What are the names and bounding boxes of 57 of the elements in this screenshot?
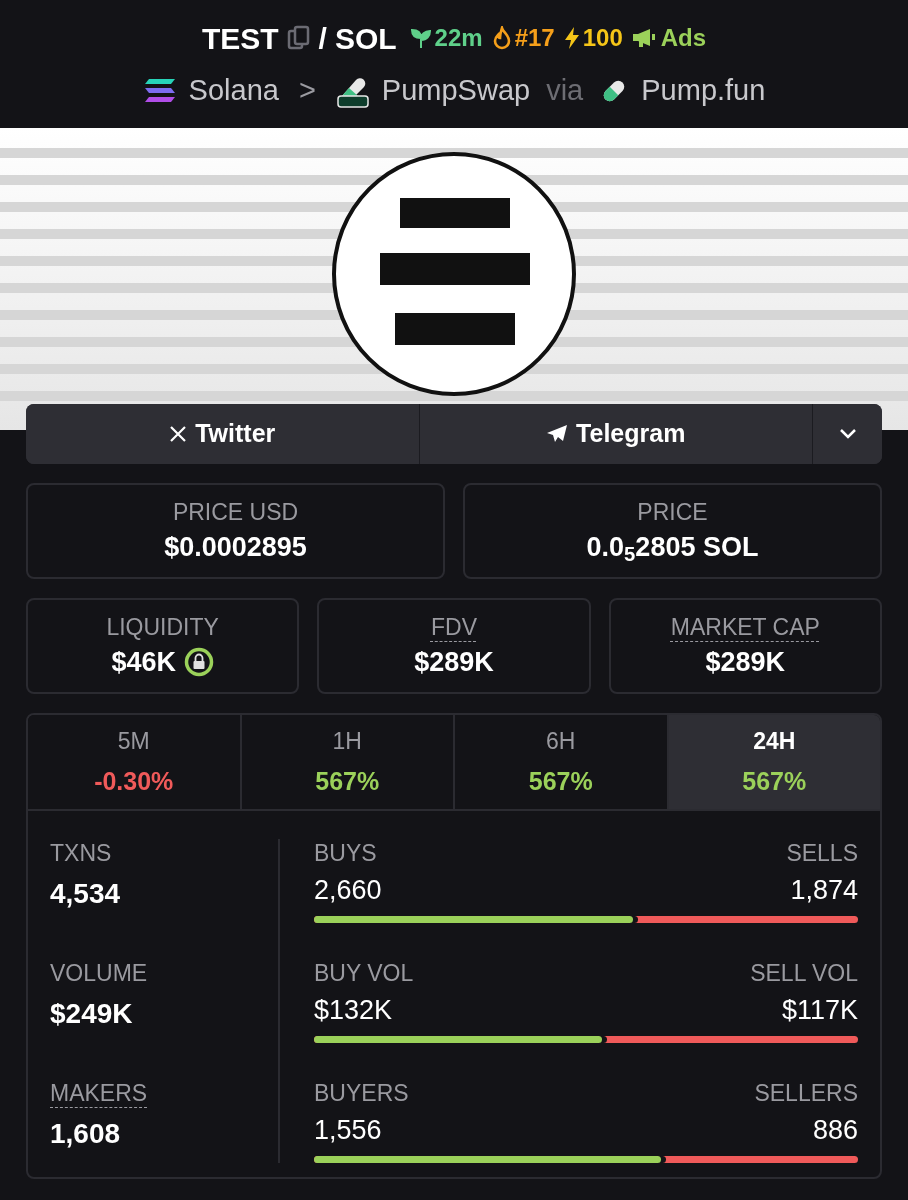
stat-label: TXNS xyxy=(50,839,112,868)
stat-value: $289K xyxy=(705,645,786,679)
stat-label: VOLUME xyxy=(50,959,148,988)
sprout-icon xyxy=(408,26,433,51)
launchpad-link[interactable]: Pump.fun xyxy=(641,68,766,113)
price-change: -0.30% xyxy=(94,765,174,797)
chain-link[interactable]: Solana xyxy=(188,68,279,113)
stat-label: FDV xyxy=(431,612,477,642)
stat-value: $46K xyxy=(111,645,176,679)
period-label: 1H xyxy=(332,727,362,756)
stat-label: SELLERS xyxy=(754,1079,858,1108)
stat-label: BUYS xyxy=(314,839,377,868)
stat-label: PRICE USD xyxy=(172,497,299,527)
badge-text: #17 xyxy=(514,23,555,54)
stat-label: BUY VOL xyxy=(314,959,414,988)
stat-value: 4,534 xyxy=(50,876,121,911)
via-text: via xyxy=(546,72,584,108)
lightning-icon xyxy=(562,26,581,51)
paper-plane-icon xyxy=(546,424,569,444)
stat-label: LIQUIDITY xyxy=(106,612,219,642)
period-label: 6H xyxy=(546,727,576,756)
period-tab[interactable]: 24H 567% xyxy=(666,715,880,809)
copy-icon xyxy=(286,25,311,52)
stat-label: MAKERS xyxy=(50,1079,148,1108)
price-change: 567% xyxy=(742,765,807,797)
stat-value: 1,556 xyxy=(314,1113,382,1147)
stat-value: 886 xyxy=(812,1113,858,1147)
stat-value: $289K xyxy=(414,645,494,679)
badge-text: Ads xyxy=(660,23,707,54)
stat-value: 1,874 xyxy=(790,873,858,907)
period-label: 5M xyxy=(117,727,150,756)
stat-label: SELLS xyxy=(786,839,858,868)
base-symbol: TEST xyxy=(201,20,279,57)
dex-link[interactable]: PumpSwap xyxy=(381,68,531,113)
price-change: 567% xyxy=(528,765,593,797)
breadcrumb-separator: > xyxy=(298,72,316,108)
stat-value: 1,608 xyxy=(50,1116,121,1151)
stat-value: 0.0$_{5}$2805 SOL xyxy=(586,530,759,565)
stat-value: $0.0002895 xyxy=(164,530,307,564)
stat-value: $117K xyxy=(781,993,858,1027)
expand-button[interactable] xyxy=(812,404,882,464)
chevron-down-icon xyxy=(838,428,857,440)
x-logo-icon xyxy=(169,425,188,443)
solana-logo-icon xyxy=(142,76,177,105)
price-change: 567% xyxy=(315,765,380,797)
stat-label: PRICE xyxy=(637,497,708,527)
period-label: 24H xyxy=(753,727,796,756)
stat-label: BUYERS xyxy=(314,1079,409,1108)
quote-symbol: SOL xyxy=(334,20,397,57)
pair-separator: / xyxy=(318,20,327,57)
stat-label: MARKET CAP xyxy=(670,612,820,642)
badge-text: 22m xyxy=(434,23,483,54)
stat-value: 2,660 xyxy=(314,873,382,907)
stat-label: SELL VOL xyxy=(750,959,858,988)
badge-text: 100 xyxy=(582,23,623,54)
stat-value: $132K xyxy=(314,993,393,1027)
stat-value: $249K xyxy=(50,996,133,1031)
